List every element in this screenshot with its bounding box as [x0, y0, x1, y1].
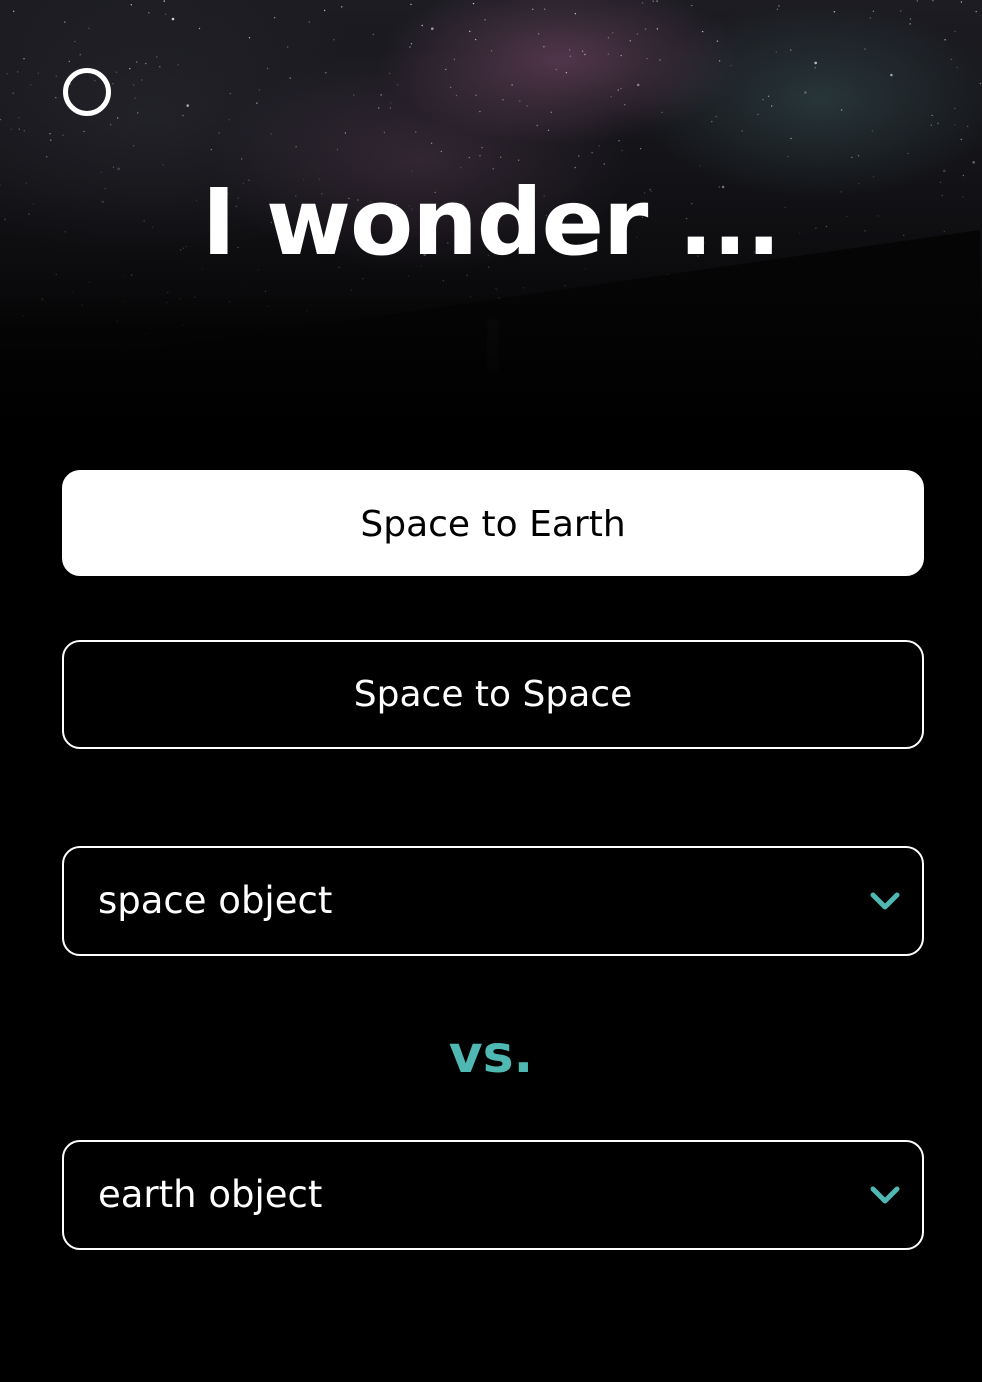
space-to-space-button[interactable]: Space to Space: [62, 640, 924, 749]
space-object-select-value: space object: [98, 879, 333, 922]
chevron-down-icon: [870, 892, 900, 910]
hero-fade: [0, 290, 982, 430]
circle-ring-icon[interactable]: [62, 67, 112, 117]
page-title: I wonder ...: [201, 169, 781, 276]
earth-object-select-value: earth object: [98, 1173, 323, 1216]
chevron-down-icon: [870, 1186, 900, 1204]
vs-separator: vs.: [448, 1025, 534, 1085]
space-object-select[interactable]: space object: [62, 846, 924, 956]
space-to-earth-button[interactable]: Space to Earth: [62, 470, 924, 576]
earth-object-select[interactable]: earth object: [62, 1140, 924, 1250]
